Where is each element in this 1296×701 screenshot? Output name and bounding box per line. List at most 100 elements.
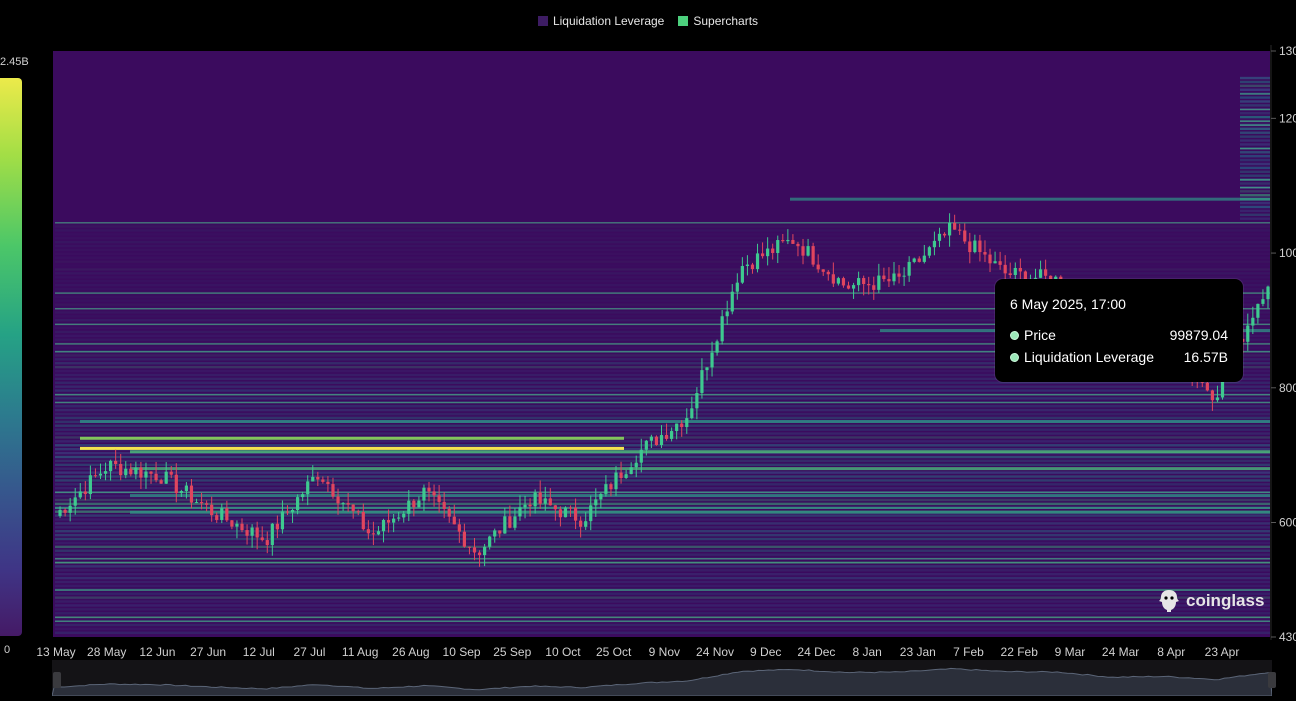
candle-body — [811, 246, 815, 265]
heat-band — [1240, 162, 1270, 166]
candle-body — [963, 230, 967, 242]
heat-band — [55, 408, 1270, 412]
candle-body — [119, 463, 123, 476]
candle-body — [164, 471, 168, 484]
heat-band — [55, 424, 1270, 427]
candle-body — [472, 547, 477, 553]
candle-body — [518, 507, 522, 517]
candle-body — [528, 504, 532, 507]
candle-body — [311, 476, 315, 482]
candle-body — [690, 408, 694, 419]
heat-band — [55, 487, 1270, 490]
heat-band — [55, 507, 1270, 509]
heat-band — [1240, 151, 1270, 154]
heat-band — [55, 272, 1270, 275]
heat-band — [1240, 174, 1270, 177]
liquidation-level-line — [130, 450, 1270, 454]
candle-body — [533, 492, 537, 507]
x-tick-label: 11 Aug — [342, 645, 378, 659]
candle-body — [437, 495, 441, 502]
candle-body — [548, 498, 552, 506]
candle-body — [1256, 303, 1260, 318]
candle-body — [568, 507, 573, 509]
candle-body — [558, 509, 563, 518]
candle-body — [371, 533, 376, 535]
heat-band — [1240, 179, 1270, 181]
candle-body — [215, 515, 219, 520]
candle-body — [58, 509, 62, 516]
candle-body — [766, 248, 770, 257]
candle-body — [776, 240, 780, 253]
candle-body — [149, 471, 153, 474]
candle-body — [477, 552, 482, 556]
candle-body — [457, 524, 461, 532]
candle-body — [154, 473, 158, 481]
candle-body — [755, 253, 760, 270]
candle-body — [270, 523, 274, 546]
candle-body — [194, 502, 199, 504]
candle-body — [68, 505, 72, 513]
x-tick-label: 23 Jan — [900, 645, 936, 659]
candle-body — [483, 546, 487, 556]
liquidation-level-line — [790, 197, 1270, 201]
x-tick-label: 8 Apr — [1157, 645, 1185, 659]
candle-body — [867, 284, 871, 286]
candle-body — [730, 291, 734, 312]
candle-body — [275, 523, 279, 530]
heat-band — [55, 498, 1270, 502]
heat-band — [55, 620, 1270, 622]
candle-body — [821, 269, 825, 272]
candle-body — [1003, 264, 1007, 274]
heat-band — [1240, 124, 1270, 126]
candle-body — [892, 273, 896, 282]
navigator-right-handle[interactable] — [1268, 672, 1276, 688]
y-tick-label: 800 — [1279, 381, 1296, 395]
heat-band — [55, 432, 1270, 435]
candle-body — [629, 467, 633, 475]
x-tick-label: 10 Oct — [545, 645, 581, 659]
heat-band — [55, 240, 1270, 244]
timeline-navigator[interactable] — [51, 660, 1273, 697]
candle-body — [654, 436, 659, 446]
candle-body — [897, 273, 901, 277]
heat-band — [55, 491, 1270, 494]
candle-body — [862, 278, 866, 285]
tooltip-timestamp: 6 May 2025, 17:00 — [1010, 296, 1126, 312]
heat-band — [55, 558, 1270, 560]
candle-body — [422, 487, 426, 501]
candle-body — [983, 252, 987, 255]
candle-body — [786, 239, 790, 242]
heat-band — [1240, 154, 1270, 158]
candle-body — [235, 523, 239, 527]
x-tick-label: 9 Nov — [649, 645, 680, 659]
candle-body — [205, 503, 209, 505]
candle-body — [978, 240, 982, 253]
tooltip-liquidation-value: 16.57B — [1183, 349, 1228, 365]
heat-band — [1240, 182, 1270, 185]
heat-band — [55, 580, 1270, 584]
candle-body — [968, 241, 972, 253]
heat-band — [55, 416, 1270, 420]
heat-band — [55, 252, 1270, 256]
candle-body — [407, 500, 411, 514]
tooltip-liquidation-label: Liquidation Leverage — [1024, 349, 1154, 365]
x-tick-label: 25 Oct — [596, 645, 632, 659]
y-tick-label: 120 — [1279, 111, 1296, 125]
heat-band — [1240, 84, 1270, 88]
candle-body — [159, 480, 163, 484]
tooltip-price-value: 99879.04 — [1169, 327, 1228, 343]
candle-body — [488, 536, 492, 547]
heat-band — [1240, 100, 1270, 103]
x-tick-label: 27 Jun — [190, 645, 226, 659]
candle-body — [361, 511, 365, 530]
candle-body — [831, 274, 835, 284]
heat-band — [55, 572, 1270, 576]
heat-band — [55, 604, 1270, 607]
candle-body — [1013, 267, 1017, 276]
heat-band — [55, 268, 1270, 271]
candle-body — [912, 258, 916, 262]
x-tick-label: 24 Nov — [696, 645, 734, 659]
navigator-left-handle[interactable] — [53, 672, 61, 688]
candle-body — [285, 511, 290, 513]
heat-band — [55, 502, 1270, 506]
